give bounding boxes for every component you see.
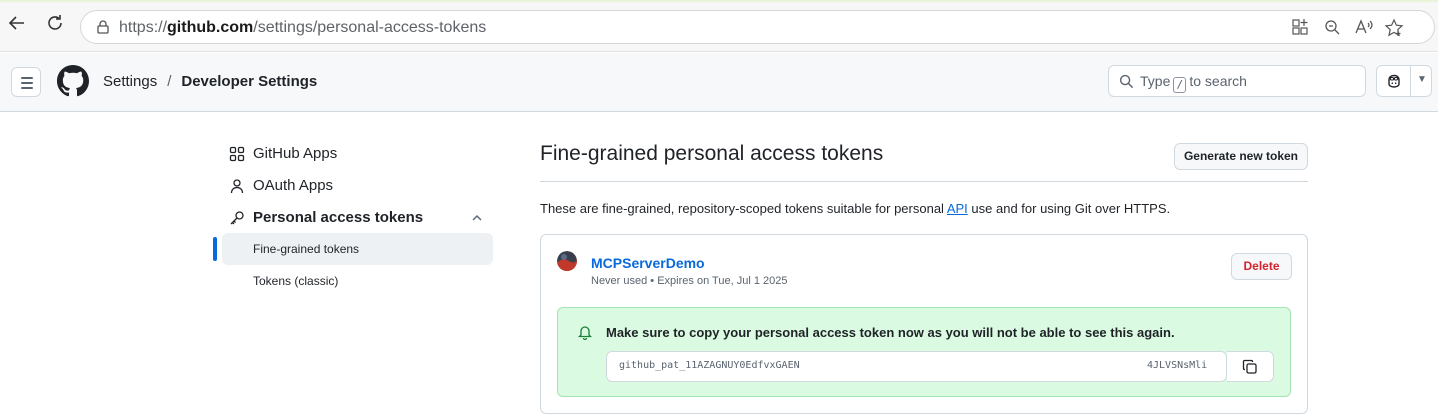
token-name-link[interactable]: MCPServerDemo	[591, 255, 705, 271]
breadcrumb-developer-settings[interactable]: Developer Settings	[181, 73, 317, 90]
sidebar-item-label: GitHub Apps	[253, 145, 338, 162]
site-info-icon[interactable]	[95, 19, 111, 35]
github-header: Settings / Developer Settings Type / to sear…	[0, 53, 1438, 112]
copy-token-flash: Make sure to copy your personal access t…	[557, 307, 1291, 397]
copilot-icon	[1388, 74, 1400, 88]
url-host: github.com	[167, 19, 254, 36]
read-aloud-icon[interactable]	[1353, 18, 1375, 40]
address-bar[interactable]: https://github.com/settings/personal-acc…	[80, 10, 1435, 44]
zoom-icon[interactable]	[1321, 18, 1343, 40]
active-nav-marker	[213, 237, 217, 261]
token-card: MCPServerDemo Never used • Expires on Tu…	[540, 234, 1308, 414]
token-redaction	[835, 353, 1135, 381]
generate-new-token-button[interactable]: Generate new token	[1174, 143, 1308, 170]
page-title: Fine-grained personal access tokens	[540, 142, 884, 165]
sidebar-item-github-apps[interactable]: GitHub Apps	[222, 142, 493, 166]
sidebar-item-label: Personal access tokens	[253, 209, 424, 226]
search-prefix: Type	[1140, 73, 1171, 89]
copy-token-button[interactable]	[1227, 351, 1274, 382]
bell-icon	[577, 326, 593, 340]
flash-message: Make sure to copy your personal access t…	[606, 325, 1175, 340]
delete-token-button[interactable]: Delete	[1231, 253, 1292, 280]
reload-icon[interactable]	[42, 13, 68, 39]
sidebar-item-fine-grained-tokens[interactable]: Fine-grained tokens	[222, 233, 493, 265]
sidebar-item-label: OAuth Apps	[253, 177, 334, 194]
hamburger-line	[21, 77, 33, 79]
chevron-down-icon[interactable]: ▼	[1417, 74, 1427, 85]
key-icon	[230, 211, 244, 225]
search-shortcut-key: /	[1173, 77, 1187, 93]
intro-before: These are fine-grained, repository-scope…	[540, 201, 947, 216]
apps-grid-icon	[229, 146, 245, 162]
copilot-button[interactable]: ▼	[1376, 65, 1432, 97]
token-value-end: 4JLVSNsMli	[1147, 360, 1208, 371]
sidebar-item-tokens-classic[interactable]: Tokens (classic)	[222, 265, 493, 297]
search-suffix: to search	[1189, 73, 1247, 89]
search-input[interactable]: Type / to search	[1108, 65, 1366, 97]
sidebar-item-personal-access-tokens[interactable]: Personal access tokens	[222, 206, 493, 230]
breadcrumb-separator: /	[167, 73, 172, 90]
favorite-star-icon[interactable]	[1383, 18, 1405, 40]
copy-icon	[1242, 359, 1257, 374]
hamburger-line	[21, 87, 33, 89]
menu-button[interactable]	[11, 67, 41, 97]
chevron-up-icon[interactable]	[471, 213, 483, 223]
url-text[interactable]: https://github.com/settings/personal-acc…	[119, 19, 486, 37]
sidebar-subitem-label: Fine-grained tokens	[253, 242, 360, 256]
url-scheme: https://	[119, 19, 168, 36]
breadcrumb-settings[interactable]: Settings	[103, 73, 157, 90]
token-value-start: github_pat_11AZAGNUY0EdfvxGAEN	[619, 360, 800, 371]
browser-top-strip	[0, 0, 1438, 2]
token-value-field[interactable]: github_pat_11AZAGNUY0EdfvxGAEN 4JLVSNsMl…	[606, 351, 1227, 382]
sidebar-item-oauth-apps[interactable]: OAuth Apps	[222, 174, 493, 198]
api-link[interactable]: API	[947, 201, 968, 216]
sidebar-subitem-label: Tokens (classic)	[253, 274, 339, 288]
intro-text: These are fine-grained, repository-scope…	[540, 201, 1170, 216]
back-arrow-icon[interactable]	[4, 13, 30, 39]
copilot-divider	[1410, 66, 1411, 96]
person-icon	[230, 179, 244, 194]
hamburger-line	[21, 82, 33, 84]
token-meta: Never used • Expires on Tue, Jul 1 2025	[591, 275, 788, 287]
title-divider	[540, 181, 1308, 182]
github-logo-icon[interactable]	[57, 65, 89, 97]
search-placeholder: Type / to search	[1140, 73, 1247, 93]
url-path: /settings/personal-access-tokens	[253, 19, 487, 36]
breadcrumb: Settings / Developer Settings	[103, 73, 317, 90]
intro-after: use and for using Git over HTTPS.	[967, 201, 1171, 216]
browser-toolbar: https://github.com/settings/personal-acc…	[0, 0, 1438, 52]
app-available-icon[interactable]	[1289, 18, 1311, 40]
search-icon	[1119, 74, 1134, 89]
avatar	[557, 251, 577, 271]
